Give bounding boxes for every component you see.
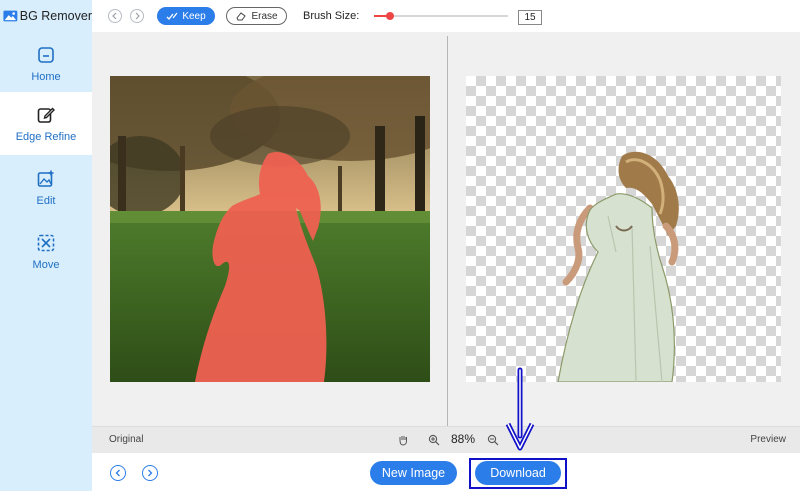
brush-size-value[interactable]: 15 [518, 10, 542, 25]
slider-handle[interactable] [386, 12, 395, 20]
brush-keep-icon [166, 12, 178, 20]
sidebar-item-edge-refine[interactable]: Edge Refine [0, 92, 92, 155]
keep-label: Keep [182, 10, 206, 22]
keep-button[interactable]: Keep [157, 7, 215, 25]
redo-button[interactable] [130, 9, 144, 23]
chevron-right-icon [148, 469, 153, 477]
sidebar: BG Remover Home Edge Refine Edit Move [0, 0, 92, 491]
preview-label: Preview [750, 434, 786, 445]
edge-refine-icon [37, 107, 55, 123]
original-photo-image [110, 76, 430, 382]
zoom-in-icon[interactable] [428, 434, 440, 446]
annotation-arrow-down-icon [505, 367, 535, 451]
chevron-left-icon [115, 469, 120, 477]
eraser-icon [236, 12, 247, 21]
zoom-level: 88% [451, 432, 476, 446]
redo-icon [135, 12, 140, 20]
undo-icon [112, 12, 117, 20]
canvas-area [92, 32, 800, 426]
sidebar-item-move[interactable]: Move [0, 220, 92, 283]
preview-image[interactable] [466, 76, 781, 382]
zoom-out-icon[interactable] [487, 434, 499, 446]
original-label: Original [109, 434, 144, 445]
bottom-bar: New Image Download [92, 453, 800, 491]
sidebar-item-label: Move [32, 258, 60, 271]
hand-pan-icon[interactable] [397, 434, 409, 446]
brush-size-label: Brush Size: [303, 10, 360, 22]
sidebar-item-label: Edit [36, 194, 56, 207]
toolbar: Keep Erase Brush Size: 15 [92, 0, 800, 32]
home-icon [38, 46, 54, 63]
app-logo-icon [3, 10, 18, 22]
erase-button[interactable]: Erase [226, 7, 287, 25]
previous-button[interactable] [110, 465, 126, 481]
download-highlight-box [469, 458, 567, 489]
move-icon [37, 234, 55, 251]
sidebar-item-label: Home [31, 70, 61, 83]
edit-image-icon [37, 170, 54, 187]
undo-button[interactable] [108, 9, 122, 23]
next-button[interactable] [142, 465, 158, 481]
sidebar-item-label: Edge Refine [15, 130, 77, 143]
erase-label: Erase [251, 10, 278, 22]
sidebar-item-edit[interactable]: Edit [0, 156, 92, 219]
new-image-button[interactable]: New Image [370, 461, 457, 485]
brand: BG Remover [0, 0, 92, 32]
preview-cutout-image [557, 151, 679, 382]
original-image[interactable] [110, 76, 430, 382]
canvas-divider [447, 36, 448, 426]
sidebar-item-home[interactable]: Home [0, 32, 92, 95]
app-title: BG Remover [19, 9, 92, 23]
status-bar: Original 88% Preview [92, 426, 800, 453]
brush-size-slider[interactable] [374, 12, 508, 20]
